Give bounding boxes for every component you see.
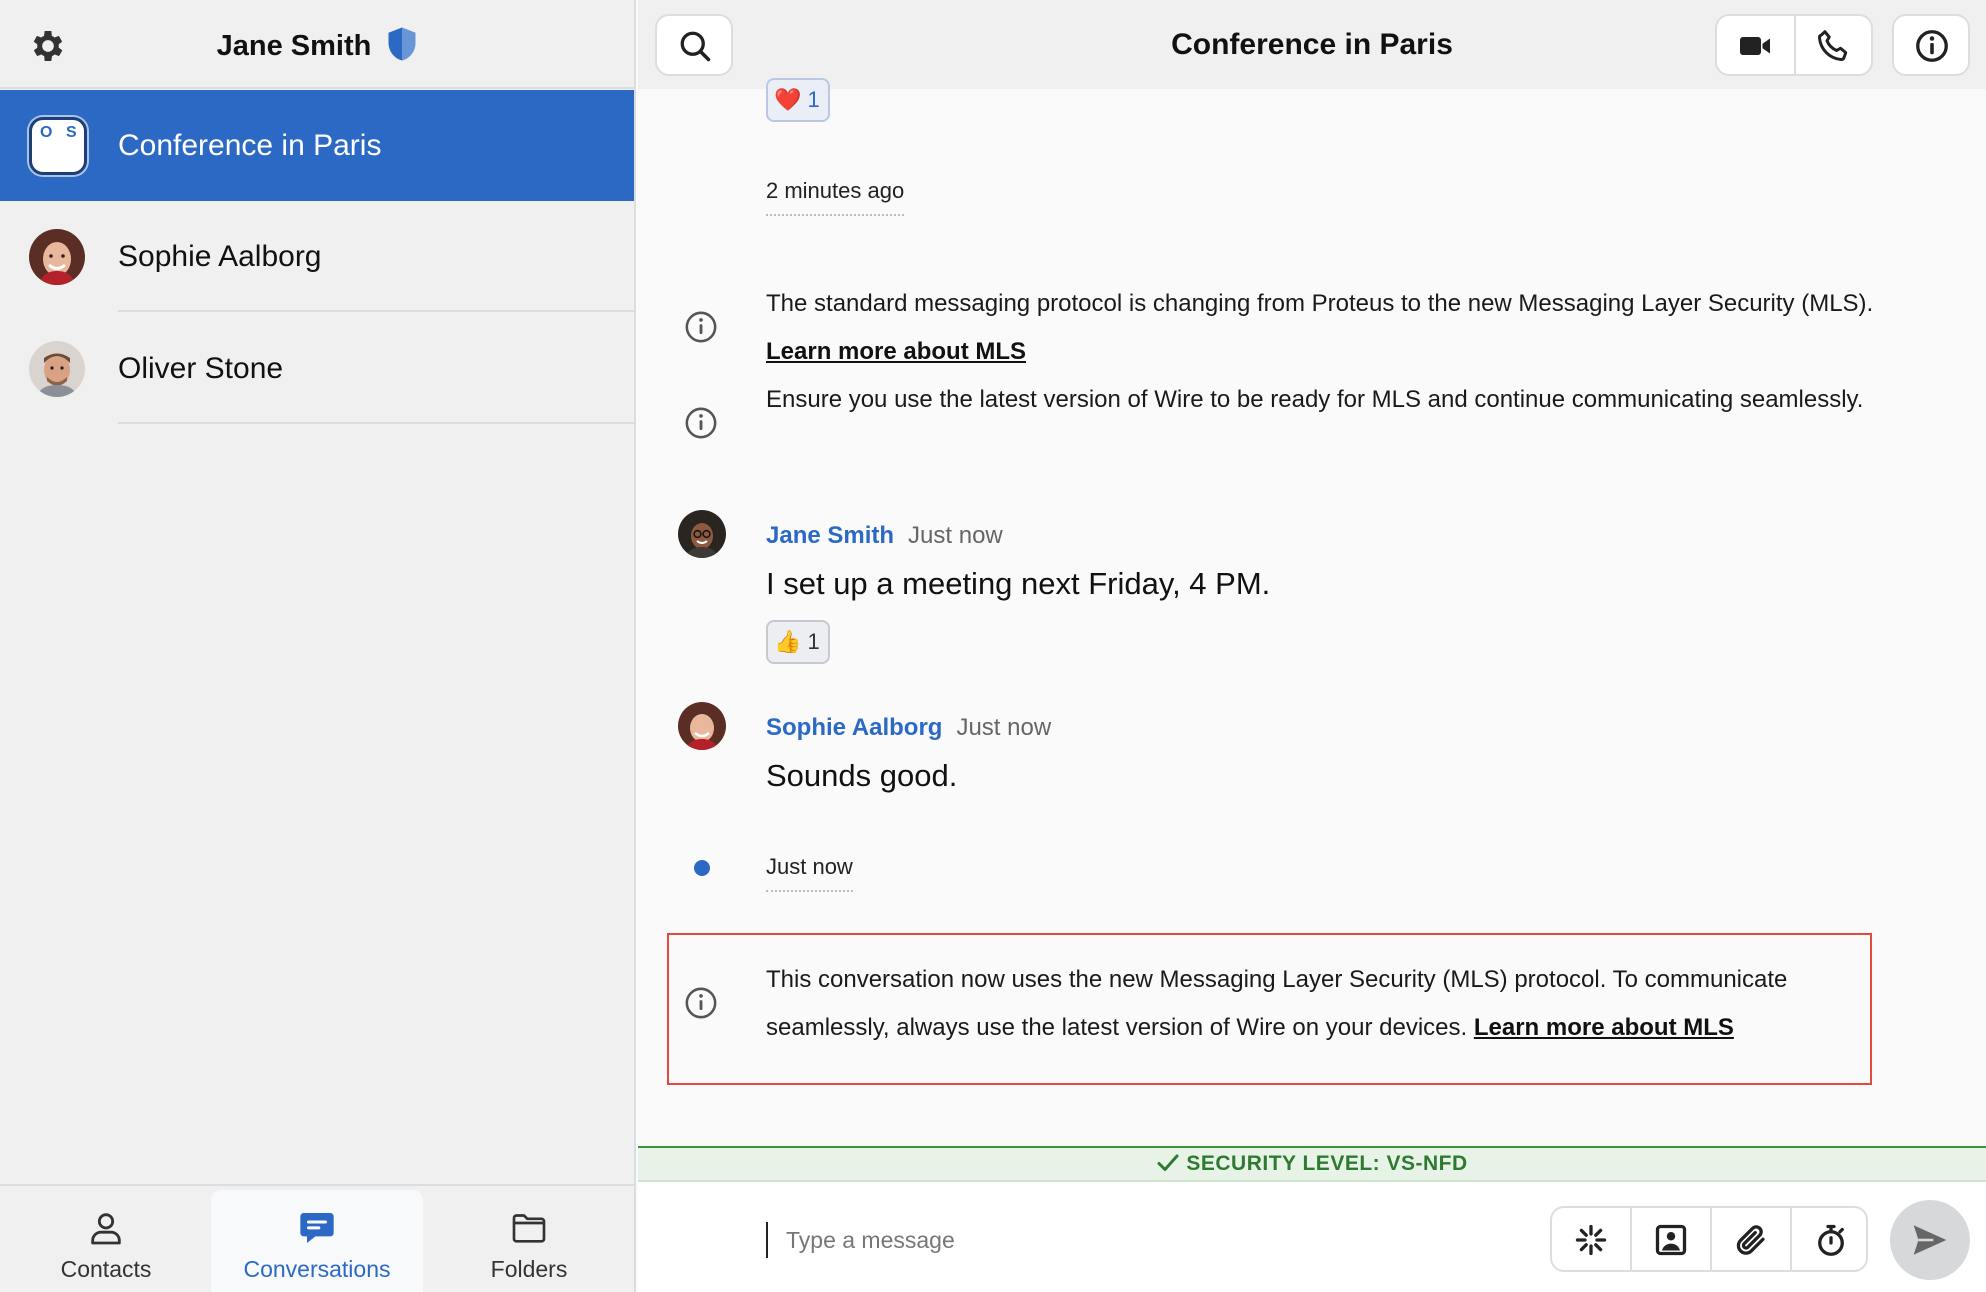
avatar[interactable] [678, 702, 726, 750]
tab-contacts[interactable]: Contacts [0, 1190, 212, 1292]
message-input[interactable] [786, 1214, 1486, 1266]
message-sender[interactable]: Jane Smith Just now [766, 522, 1003, 550]
group-avatar-initial: S [66, 124, 77, 141]
shield-icon [388, 27, 416, 61]
phone-icon[interactable] [1815, 28, 1851, 64]
security-level-label: SECURITY LEVEL: VS-NFD [1186, 1152, 1468, 1175]
divider [118, 310, 634, 312]
reaction-count: 1 [807, 87, 820, 112]
sidebar-footer-tabs: Contacts Conversations Folders [0, 1184, 634, 1292]
group-avatar-initial: O [40, 124, 53, 141]
conversation-item-oliver-stone[interactable]: Oliver Stone [0, 313, 634, 424]
call-button-group [1715, 14, 1873, 76]
checkmark-icon [1157, 1154, 1179, 1171]
current-user-name: Jane Smith [216, 30, 372, 62]
composer-tools [1550, 1206, 1868, 1272]
thumbs-up-emoji: 👍 [774, 629, 802, 654]
text-cursor [766, 1222, 768, 1258]
reaction-button[interactable]: 👍 1 [766, 620, 830, 664]
system-message-text: The standard messaging protocol is chang… [766, 290, 1874, 317]
info-icon [685, 311, 717, 343]
reaction-count: 1 [807, 629, 820, 654]
conversation-sidebar: Jane Smith O S Conference in Paris Sophi… [0, 0, 636, 1292]
info-icon [1916, 30, 1948, 62]
sender-name: Sophie Aalborg [766, 714, 943, 741]
current-user: Jane Smith [0, 26, 634, 66]
send-button[interactable] [1890, 1200, 1970, 1280]
message-body: I set up a meeting next Friday, 4 PM. [766, 566, 1271, 601]
group-avatar: O S [29, 117, 87, 175]
heart-emoji: ❤️ [774, 87, 802, 112]
conversation-name: Oliver Stone [118, 352, 284, 385]
conversation-name: Conference in Paris [118, 129, 382, 162]
learn-more-mls-link[interactable]: Learn more about MLS [766, 338, 1026, 365]
tab-label: Conversations [243, 1256, 391, 1282]
avatar [29, 341, 85, 397]
conversation-item-conference-in-paris[interactable]: O S Conference in Paris [0, 90, 634, 201]
conversation-item-sophie-aalborg[interactable]: Sophie Aalborg [0, 201, 634, 312]
new-message-indicator [694, 860, 710, 876]
info-icon [685, 987, 717, 1019]
system-message: This conversation now uses the new Messa… [766, 956, 1876, 1052]
avatar [29, 229, 85, 285]
image-icon [1655, 1224, 1687, 1256]
conversation-main: Conference in Paris ❤️ 1 2 minutes ago T… [638, 0, 1986, 1292]
reaction-button[interactable]: ❤️ 1 [766, 78, 830, 122]
message-timestamp: 2 minutes ago [766, 178, 905, 216]
image-upload-button[interactable] [1630, 1208, 1708, 1270]
chat-bubble-icon [300, 1213, 334, 1243]
message-time: Just now [908, 522, 1003, 549]
message-sender[interactable]: Sophie Aalborg Just now [766, 714, 1051, 742]
ping-button[interactable] [1552, 1208, 1630, 1270]
learn-more-mls-link[interactable]: Learn more about MLS [1474, 1014, 1734, 1041]
folder-icon [512, 1214, 546, 1243]
send-icon [1913, 1225, 1947, 1255]
sender-name: Jane Smith [766, 522, 895, 549]
message-timestamp: Just now [766, 854, 853, 892]
timed-message-button[interactable] [1790, 1208, 1868, 1270]
system-message-text: Ensure you use the latest version of Wir… [766, 386, 1864, 413]
system-message: The standard messaging protocol is chang… [766, 280, 1906, 376]
avatar[interactable] [678, 510, 726, 558]
person-icon [91, 1213, 121, 1245]
stopwatch-icon [1818, 1224, 1844, 1256]
tab-label: Contacts [60, 1256, 152, 1282]
ping-icon [1575, 1224, 1607, 1256]
security-level-bar: SECURITY LEVEL: VS-NFD [638, 1146, 1986, 1182]
tab-folders[interactable]: Folders [423, 1190, 635, 1292]
tab-label: Folders [490, 1256, 568, 1282]
message-composer [638, 1182, 1986, 1292]
conversation-details-button[interactable] [1892, 14, 1970, 76]
divider [1794, 16, 1796, 74]
conversation-header: Conference in Paris [638, 0, 1986, 89]
info-icon [685, 407, 717, 439]
message-body: Sounds good. [766, 758, 958, 793]
paperclip-icon [1736, 1225, 1765, 1255]
conversation-name: Sophie Aalborg [118, 240, 322, 273]
divider [118, 422, 634, 424]
sidebar-header: Jane Smith [0, 0, 634, 89]
video-camera-icon[interactable] [1737, 28, 1773, 64]
attachment-button[interactable] [1710, 1208, 1788, 1270]
message-time: Just now [956, 714, 1052, 741]
tab-conversations[interactable]: Conversations [211, 1190, 423, 1292]
